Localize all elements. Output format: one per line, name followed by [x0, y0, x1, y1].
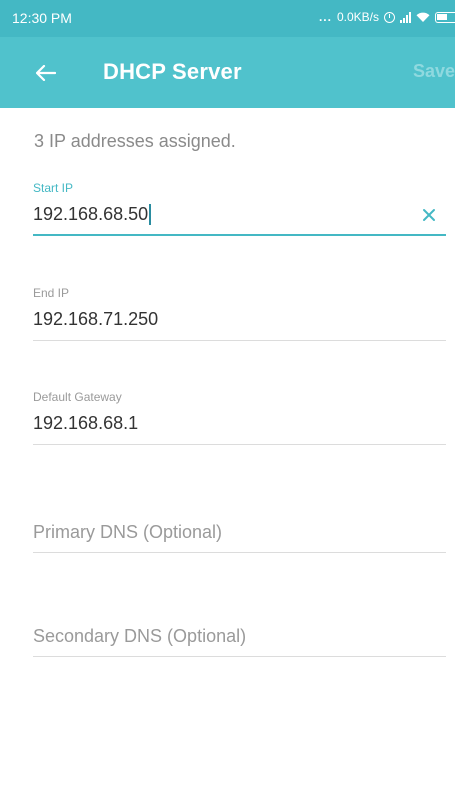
primary-dns-input[interactable] — [33, 520, 446, 544]
status-indicators: ... 0.0KB/s — [319, 10, 455, 24]
start-ip-value: 192.168.68.50 — [33, 203, 149, 224]
end-ip-input[interactable]: 192.168.71.250 — [33, 307, 446, 331]
battery-icon — [435, 11, 455, 23]
network-speed: 0.0KB/s — [336, 10, 379, 24]
secondary-dns-input[interactable] — [33, 624, 446, 648]
page-title: DHCP Server — [103, 59, 242, 84]
default-gateway-input[interactable]: 192.168.68.1 — [33, 411, 446, 435]
assigned-count-text: 3 IP addresses assigned. — [34, 131, 236, 151]
clear-button[interactable] — [418, 204, 440, 226]
arrow-left-icon — [36, 65, 56, 81]
start-ip-label: Start IP — [33, 181, 74, 195]
end-ip-label: End IP — [33, 286, 70, 300]
default-gateway-field[interactable]: Default Gateway 192.168.68.1 — [33, 390, 446, 445]
toolbar: DHCP Server Save — [0, 37, 455, 108]
start-ip-field[interactable]: Start IP 192.168.68.50 — [33, 181, 446, 236]
wifi-icon — [416, 12, 430, 23]
start-ip-underline — [33, 234, 446, 236]
close-icon — [423, 209, 435, 221]
default-gateway-value: 192.168.68.1 — [33, 412, 139, 433]
text-cursor — [149, 203, 152, 225]
save-button[interactable]: Save — [413, 61, 455, 82]
secondary-dns-field[interactable] — [33, 624, 446, 657]
status-bar: 12:30 PM ... 0.0KB/s — [0, 0, 455, 37]
end-ip-value: 192.168.71.250 — [33, 308, 159, 329]
default-gateway-underline — [33, 444, 446, 445]
notification-dots: ... — [318, 10, 332, 24]
primary-dns-field[interactable] — [33, 520, 446, 553]
start-ip-input[interactable]: 192.168.68.50 — [33, 202, 446, 226]
back-button[interactable] — [28, 58, 64, 88]
end-ip-underline — [33, 340, 446, 341]
dhcp-server-screen: 12:30 PM ... 0.0KB/s DHCP Server Save 3 … — [0, 0, 455, 808]
end-ip-field[interactable]: End IP 192.168.71.250 — [33, 286, 446, 341]
alarm-icon — [384, 11, 395, 23]
default-gateway-label: Default Gateway — [33, 390, 122, 404]
signal-icon — [400, 11, 411, 23]
status-time: 12:30 PM — [12, 10, 72, 26]
secondary-dns-underline — [33, 656, 446, 657]
primary-dns-underline — [33, 552, 446, 553]
